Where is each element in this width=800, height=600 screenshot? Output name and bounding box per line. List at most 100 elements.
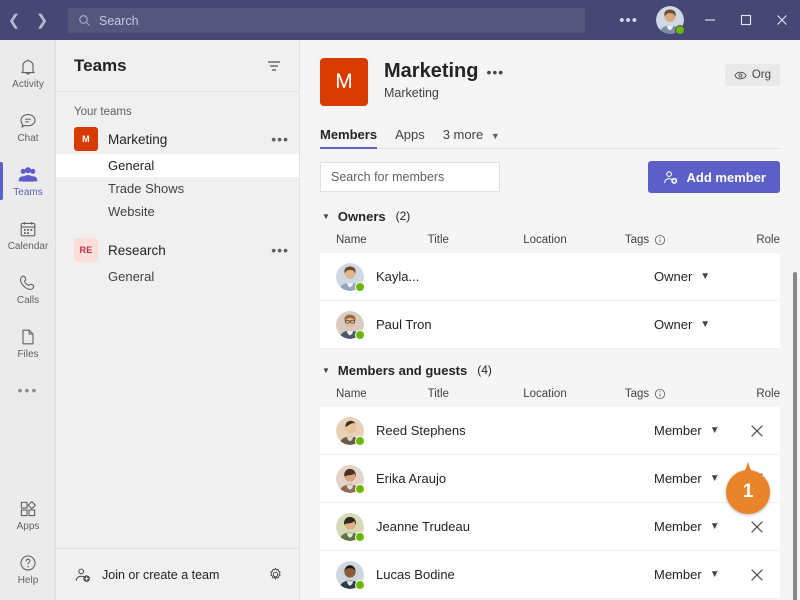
chevron-down-icon: ▼	[490, 131, 500, 141]
table-row[interactable]: Erika Araujo Member ▼	[320, 455, 780, 503]
group-header-owners[interactable]: ▼ Owners (2)	[320, 205, 780, 227]
remove-member-button[interactable]	[746, 472, 768, 486]
rail-item-label: Help	[17, 574, 39, 586]
rail-more-icon[interactable]: •••	[0, 370, 56, 410]
rail-item-apps[interactable]: Apps	[0, 488, 56, 542]
role-label: Member	[654, 567, 702, 582]
search-input[interactable]	[331, 170, 492, 184]
tab-members[interactable]: Members	[320, 127, 378, 149]
search-placeholder-text: Search	[99, 13, 139, 28]
team-more-icon[interactable]: •••	[271, 242, 289, 258]
team-avatar: RE	[74, 238, 98, 262]
maximize-button[interactable]	[728, 0, 764, 40]
table-row[interactable]: Reed Stephens Member ▼	[320, 407, 780, 455]
remove-member-button[interactable]	[746, 568, 768, 582]
minimize-button[interactable]	[692, 0, 728, 40]
back-icon[interactable]: ❮	[3, 8, 25, 32]
rail-bottom-group: Apps Help	[0, 488, 56, 596]
team-options-icon[interactable]: •••	[486, 64, 504, 80]
join-or-create-team-button[interactable]: Join or create a team	[56, 548, 300, 600]
group-header-members-and-guests[interactable]: ▼ Members and guests (4)	[320, 359, 780, 381]
main-content: M Marketing ••• Marketing Org Members Ap…	[300, 40, 800, 600]
nav-buttons: ❮ ❯	[0, 8, 56, 32]
search-members-field[interactable]	[320, 162, 500, 192]
role-selector[interactable]: Member ▼	[654, 519, 746, 534]
role-selector[interactable]: Member ▼	[654, 567, 746, 582]
role-selector[interactable]: Owner ▼	[654, 269, 746, 284]
table-row[interactable]: Jeanne Trudeau Member ▼	[320, 503, 780, 551]
member-name: Kayla...	[376, 269, 420, 284]
presence-indicator	[355, 281, 365, 292]
channel-item-research-general[interactable]: General	[56, 265, 299, 288]
rail-item-label: Calendar	[7, 240, 49, 252]
table-row[interactable]: Paul Tron Owner ▼	[320, 301, 780, 349]
table-row[interactable]: Lucas Bodine Member ▼	[320, 551, 780, 599]
column-headers-owners: Name Title Location Tags Role	[320, 227, 780, 253]
rail-item-activity[interactable]: Activity	[0, 46, 56, 100]
column-header-title: Title	[427, 388, 449, 400]
presence-indicator	[355, 329, 365, 340]
rail-item-teams[interactable]: Teams	[0, 154, 56, 208]
close-icon	[751, 520, 763, 533]
chevron-down-icon: ▼	[709, 473, 720, 484]
tab-label: Apps	[395, 127, 425, 142]
channel-name: General	[108, 269, 155, 284]
table-row[interactable]: Kayla... Owner ▼	[320, 253, 780, 301]
join-or-create-team-label: Join or create a team	[102, 567, 220, 582]
bell-icon	[21, 58, 35, 75]
presence-indicator	[355, 483, 365, 494]
member-name: Paul Tron	[376, 317, 432, 332]
close-button[interactable]	[764, 0, 800, 40]
members-list: ▼ Owners (2) Name Title Location Tags Ro…	[320, 205, 780, 599]
gear-icon[interactable]	[267, 566, 284, 583]
group-title: Owners	[337, 208, 386, 224]
rail-item-files[interactable]: Files	[0, 316, 56, 370]
search-icon	[79, 15, 90, 26]
team-name: Research	[108, 242, 166, 258]
rail-item-label: Calls	[16, 294, 40, 306]
presence-indicator	[675, 25, 685, 35]
members-toolbar: Add member	[320, 161, 780, 193]
channel-item-website[interactable]: Website	[56, 200, 299, 223]
tab-more[interactable]: 3 more ▼	[443, 127, 500, 148]
role-selector[interactable]: Member ▼	[654, 423, 746, 438]
rail-item-help[interactable]: Help	[0, 542, 56, 596]
column-header-title: Title	[427, 234, 449, 246]
rail-item-calendar[interactable]: Calendar	[0, 208, 56, 262]
channel-item-general[interactable]: General	[56, 154, 299, 177]
help-icon	[20, 554, 36, 571]
group-title: Members and guests	[337, 362, 468, 378]
forward-icon[interactable]: ❯	[31, 8, 53, 32]
role-label: Member	[654, 519, 702, 534]
channel-name: General	[108, 158, 155, 173]
chevron-down-icon: ▼	[700, 319, 711, 330]
titlebar-more-icon[interactable]: •••	[609, 12, 648, 29]
role-label: Member	[654, 423, 702, 438]
column-headers-members: Name Title Location Tags Role	[320, 381, 780, 407]
team-item-research[interactable]: RE Research •••	[56, 235, 299, 265]
info-icon[interactable]	[654, 388, 666, 400]
tab-apps[interactable]: Apps	[395, 127, 425, 148]
avatar	[336, 464, 365, 494]
add-member-button[interactable]: Add member	[647, 161, 780, 193]
column-header-location: Location	[523, 234, 567, 246]
team-more-icon[interactable]: •••	[271, 131, 289, 147]
filter-icon[interactable]	[265, 57, 283, 75]
remove-member-button[interactable]	[746, 520, 768, 534]
channel-item-trade-shows[interactable]: Trade Shows	[56, 177, 299, 200]
role-selector[interactable]: Member ▼	[654, 471, 746, 486]
members-scrollbar[interactable]	[793, 272, 797, 600]
avatar[interactable]	[656, 6, 685, 35]
info-icon[interactable]	[654, 234, 666, 246]
role-label: Owner	[654, 269, 693, 284]
role-label: Owner	[654, 317, 693, 332]
rail-item-calls[interactable]: Calls	[0, 262, 56, 316]
member-name: Jeanne Trudeau	[376, 519, 470, 534]
add-member-label: Add member	[686, 169, 766, 185]
remove-member-button[interactable]	[746, 424, 768, 438]
role-selector[interactable]: Owner ▼	[654, 317, 746, 332]
rail-item-chat[interactable]: Chat	[0, 100, 56, 154]
team-item-marketing[interactable]: M Marketing •••	[56, 124, 299, 154]
search-input[interactable]: Search	[68, 8, 585, 33]
teams-panel-header: Teams	[56, 40, 299, 92]
